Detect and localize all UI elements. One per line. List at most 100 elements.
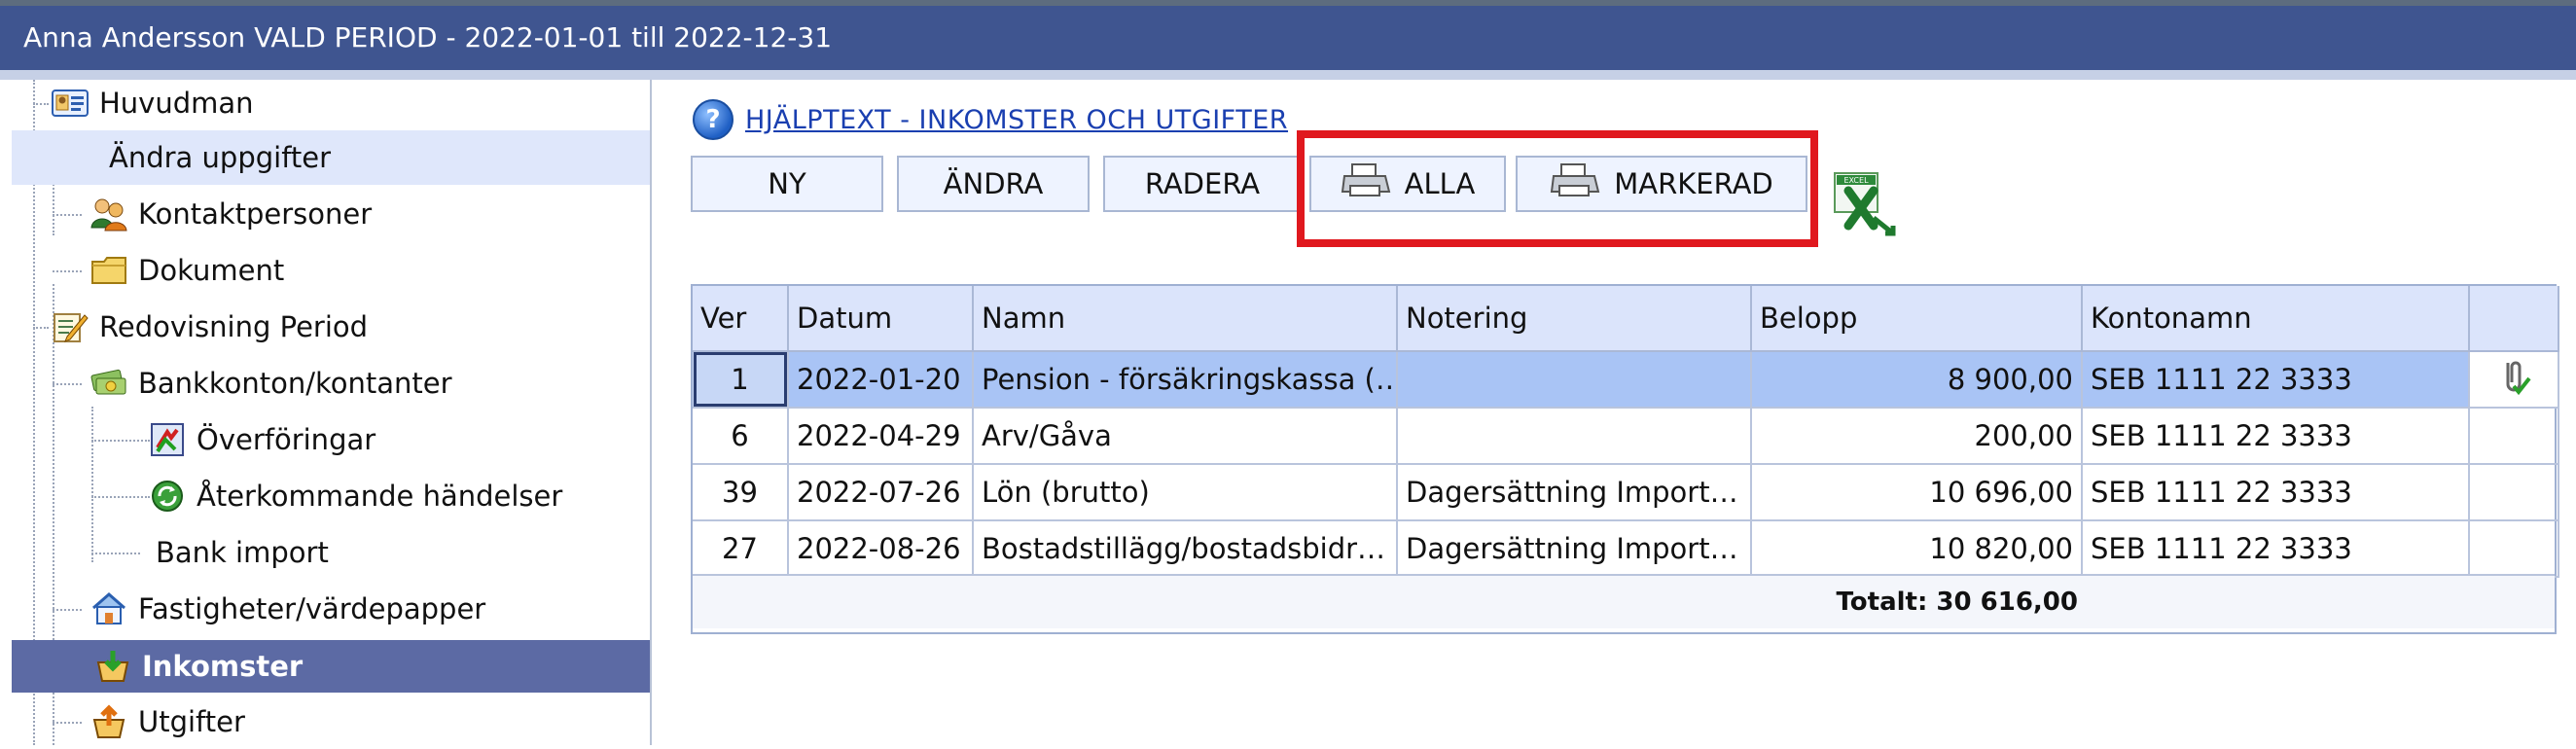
tree-line (33, 103, 49, 105)
nav-item-huvudman[interactable]: Huvudman (51, 76, 634, 130)
cell-belopp: 8 900,00 (1751, 351, 2083, 409)
cell-kontonamn: SEB 1111 22 3333 (2082, 408, 2470, 465)
nav-label: Kontaktpersoner (138, 197, 373, 231)
nav-item-andra-uppgifter[interactable]: Ändra uppgifter (12, 130, 650, 185)
house-icon (89, 589, 128, 628)
new-button[interactable]: NY (691, 156, 883, 212)
table-row[interactable]: 6 2022-04-29 Arv/Gåva 200,00 SEB 1111 22… (693, 408, 2559, 465)
cell-ver: 27 (693, 520, 789, 578)
income-table: Ver Datum Namn Notering Belopp Kontonamn… (691, 284, 2559, 634)
column-header-notering[interactable]: Notering (1397, 286, 1752, 352)
nav-item-fastigheter[interactable]: Fastigheter/värdepapper (89, 582, 634, 636)
nav-label: Huvudman (99, 87, 254, 120)
transfer-icon (148, 420, 187, 459)
nav-item-bank-import[interactable]: Bank import (148, 525, 634, 580)
total-row: Totalt: 30 616,00 (693, 574, 2555, 628)
help-row: ? HJÄLPTEXT - INKOMSTER OCH UTGIFTER (693, 99, 1288, 140)
cell-namn: Pension - försäkringskassa (… (973, 351, 1398, 409)
tree-line (53, 214, 82, 216)
nav-label: Överföringar (197, 423, 376, 456)
nav-item-kontaktpersoner[interactable]: Kontaktpersoner (89, 187, 634, 241)
nav-label: Redovisning Period (99, 310, 369, 343)
report-pencil-icon (51, 307, 89, 346)
column-header-namn[interactable]: Namn (973, 286, 1398, 352)
cell-attachment (2469, 408, 2559, 465)
nav-item-dokument[interactable]: Dokument (89, 243, 634, 298)
table-row[interactable]: 27 2022-08-26 Bostadstillägg/bostadsbidr… (693, 520, 2559, 578)
cell-kontonamn: SEB 1111 22 3333 (2082, 464, 2470, 521)
cell-belopp: 10 820,00 (1751, 520, 2083, 578)
cell-kontonamn: SEB 1111 22 3333 (2082, 520, 2470, 578)
cell-namn: Bostadstillägg/bostadsbidr… (973, 520, 1398, 578)
cell-ver: 6 (693, 408, 789, 465)
nav-label: Fastigheter/värdepapper (138, 592, 486, 625)
tree-line (53, 383, 82, 385)
cell-namn: Arv/Gåva (973, 408, 1398, 465)
table-header-row: Ver Datum Namn Notering Belopp Kontonamn (693, 286, 2559, 352)
nav-label: Återkommande händelser (197, 480, 563, 513)
cell-ver: 1 (693, 351, 789, 409)
nav-label: Utgifter (138, 705, 245, 738)
cell-datum: 2022-08-26 (788, 520, 974, 578)
tree-line (53, 270, 82, 272)
folder-icon (89, 251, 128, 290)
contacts-icon (89, 195, 128, 233)
cell-belopp: 10 696,00 (1751, 464, 2083, 521)
main-panel: ? HJÄLPTEXT - INKOMSTER OCH UTGIFTER NY … (681, 80, 2576, 745)
help-link[interactable]: HJÄLPTEXT - INKOMSTER OCH UTGIFTER (745, 105, 1288, 135)
excel-icon-label: EXCEL (1843, 176, 1869, 185)
nav-item-redovisning-period[interactable]: Redovisning Period (51, 300, 634, 354)
cell-attachment (2469, 520, 2559, 578)
cell-attachment[interactable] (2469, 351, 2559, 409)
nav-item-bankkonton[interactable]: Bankkonton/kontanter (89, 356, 634, 410)
nav-item-aterkommande[interactable]: Återkommande händelser (148, 469, 634, 523)
new-button-label: NY (768, 167, 806, 200)
delete-button-label: RADERA (1144, 167, 1261, 200)
cell-ver: 39 (693, 464, 789, 521)
cell-datum: 2022-07-26 (788, 464, 974, 521)
attachment-icon[interactable] (2496, 361, 2531, 403)
cell-namn: Lön (brutto) (973, 464, 1398, 521)
delete-button[interactable]: RADERA (1103, 156, 1302, 212)
excel-export-icon[interactable]: EXCEL (1829, 169, 1901, 239)
nav-item-inkomster[interactable]: Inkomster (12, 640, 650, 693)
tree-line (53, 609, 82, 611)
cell-datum: 2022-01-20 (788, 351, 974, 409)
nav-item-utgifter[interactable]: Utgifter (89, 695, 634, 749)
cell-kontonamn: SEB 1111 22 3333 (2082, 351, 2470, 409)
cell-notering: Dagersättning Import… (1397, 464, 1752, 521)
recycle-icon (148, 477, 187, 516)
nav-label: Bankkonton/kontanter (138, 367, 452, 400)
tree-line (91, 407, 93, 562)
column-header-belopp[interactable]: Belopp (1751, 286, 2083, 352)
cell-datum: 2022-04-29 (788, 408, 974, 465)
column-header-ver[interactable]: Ver (693, 286, 789, 352)
tree-line (91, 496, 150, 498)
table-row[interactable]: 39 2022-07-26 Lön (brutto) Dagersättning… (693, 464, 2559, 521)
nav-label: Ändra uppgifter (109, 141, 332, 174)
nav-item-overforingar[interactable]: Överföringar (148, 412, 634, 467)
tree-line (33, 327, 49, 329)
title-bar: Anna Andersson VALD PERIOD - 2022-01-01 … (0, 0, 2576, 80)
edit-button[interactable]: ÄNDRA (897, 156, 1090, 212)
total-amount: Totalt: 30 616,00 (1836, 588, 2078, 617)
table-row[interactable]: 1 2022-01-20 Pension - försäkringskassa … (693, 351, 2559, 409)
nav-label: Dokument (138, 254, 285, 287)
money-icon (89, 364, 128, 403)
id-card-icon (51, 84, 89, 123)
column-header-attachment (2469, 286, 2559, 352)
nav-label: Bank import (156, 536, 329, 569)
window-title: Anna Andersson VALD PERIOD - 2022-01-01 … (0, 6, 2576, 70)
navigation-tree: Huvudman Ändra uppgifter Kontaktpersoner… (12, 80, 652, 745)
tree-line (91, 440, 150, 442)
cell-belopp: 200,00 (1751, 408, 2083, 465)
column-header-datum[interactable]: Datum (788, 286, 974, 352)
nav-label: Inkomster (142, 650, 304, 683)
cell-notering: Dagersättning Import… (1397, 520, 1752, 578)
highlight-annotation (1297, 130, 1818, 247)
income-icon (93, 647, 132, 686)
column-header-kontonamn[interactable]: Kontonamn (2082, 286, 2470, 352)
edit-button-label: ÄNDRA (943, 167, 1044, 200)
help-icon[interactable]: ? (693, 99, 733, 140)
expense-icon (89, 702, 128, 741)
